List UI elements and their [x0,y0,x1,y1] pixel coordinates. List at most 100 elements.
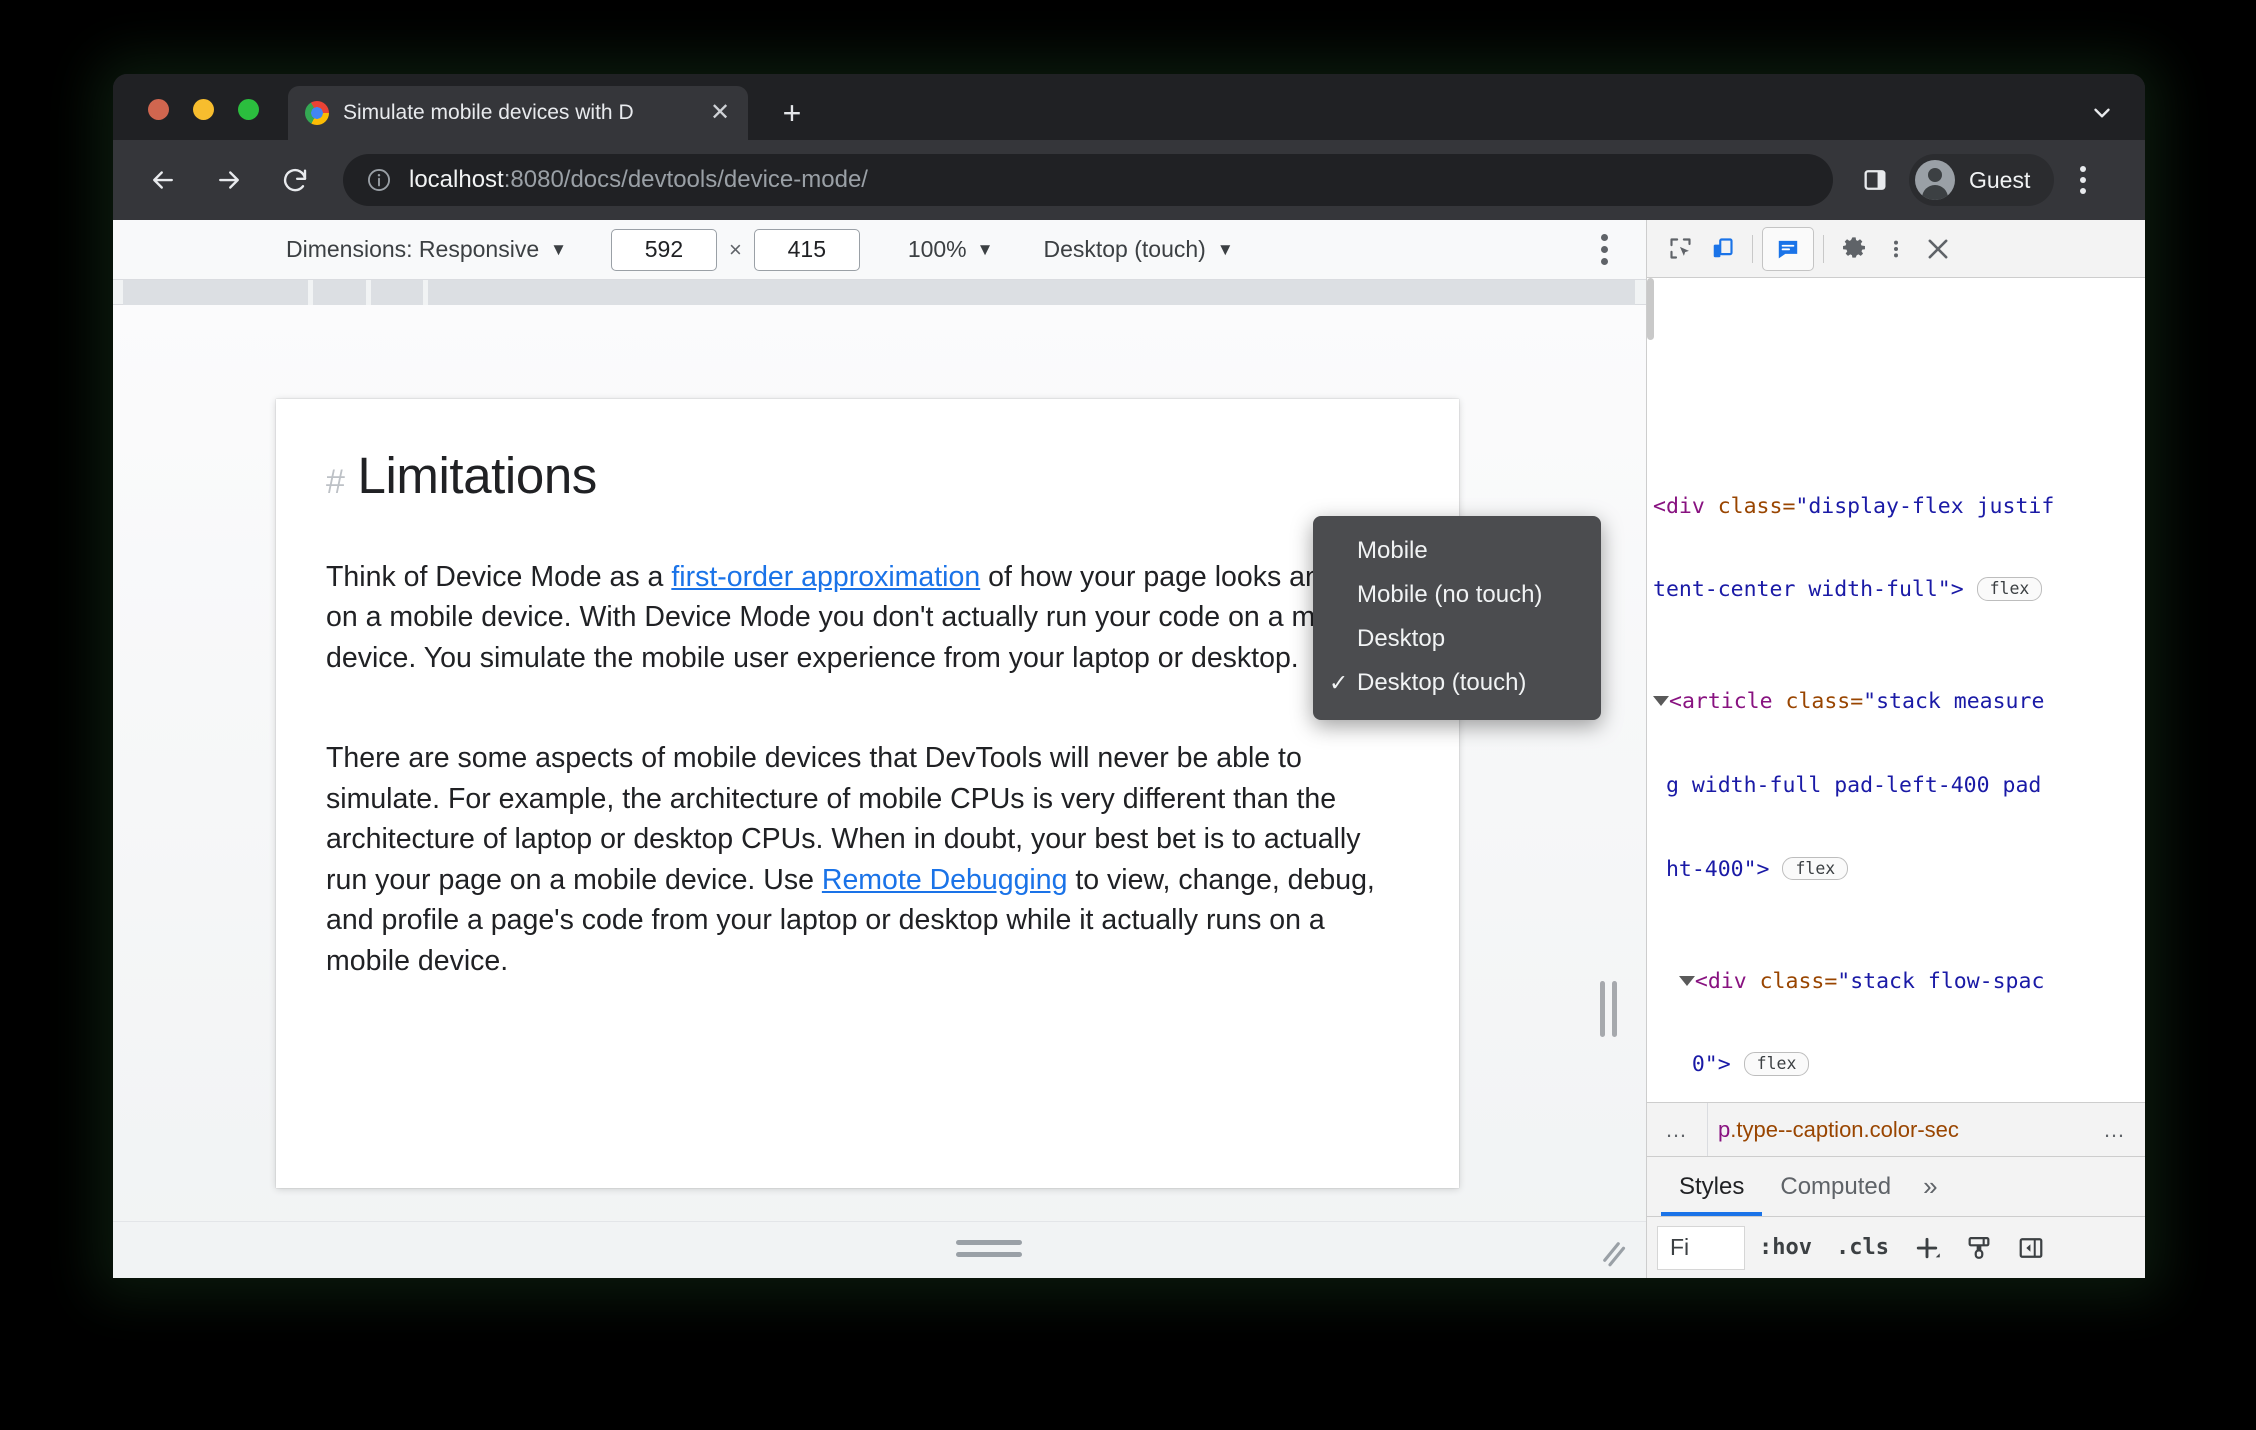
viewport-height-resize-handle[interactable] [956,1240,1022,1245]
breadcrumb-overflow-left[interactable]: … [1647,1117,1707,1143]
zoom-label: 100% [907,236,967,262]
user-agent-dropdown[interactable]: Desktop (touch) ▼ [1035,232,1241,267]
console-drawer-icon[interactable] [1762,226,1814,285]
dom-node-div-stack[interactable]: <div class="stack flow-spac [1647,968,2145,996]
expand-arrow-icon[interactable] [1678,975,1695,986]
menu-item-label: Mobile [1357,537,1428,564]
back-arrow-icon[interactable] [139,156,187,204]
url-host: localhost [409,166,504,193]
devtools-sidebar-tabs: Styles Computed » [1647,1156,2145,1216]
tab-computed[interactable]: Computed [1762,1157,1909,1216]
ruler-tick [423,280,428,305]
hov-toggle-button[interactable]: :hov [1749,1235,1822,1260]
viewport-corner-resize-handle[interactable] [1592,1234,1628,1270]
forward-arrow-icon[interactable] [205,156,253,204]
rendered-page: # Limitations Think of Device Mode as a … [276,399,1459,981]
breadcrumb-overflow-right[interactable]: … [2085,1117,2145,1143]
avatar [1915,160,1955,200]
menu-item-mobile-no-touch[interactable]: Mobile (no touch) [1313,573,1601,617]
tabs-overflow-icon[interactable]: » [1909,1171,1951,1202]
side-panel-icon[interactable] [1855,160,1895,200]
first-order-approximation-link[interactable]: first-order approximation [671,561,980,593]
dom-node-continued: 0"> flex [1647,1051,2145,1079]
dom-value: "display-flex justif [1795,493,2055,519]
device-toolbar-icon[interactable] [1701,229,1743,269]
settings-gear-icon[interactable] [1833,229,1875,269]
user-agent-label: Desktop (touch) [1043,236,1206,262]
menu-item-desktop[interactable]: Desktop [1313,617,1601,661]
menu-item-desktop-touch[interactable]: ✓ Desktop (touch) [1313,661,1601,705]
dimension-multiply-symbol: × [728,236,742,262]
address-bar[interactable]: localhost:8080/docs/devtools/device-mode… [343,154,1833,206]
three-dot-menu-icon[interactable] [2060,157,2106,203]
browser-tab[interactable]: Simulate mobile devices with D ✕ [288,86,748,140]
dom-tree-scrollbar[interactable] [1647,278,1654,340]
devtools-panel: <div class="display-flex justif tent-cen… [1646,220,2145,1278]
tab-styles[interactable]: Styles [1661,1157,1763,1216]
viewport-width-input[interactable] [610,228,717,271]
dom-attr: class= [1772,689,1864,715]
paintbrush-icon[interactable] [1955,1226,2003,1270]
page-title-text: Limitations [357,447,598,504]
cls-toggle-button[interactable]: .cls [1826,1235,1899,1260]
viewport-height-input[interactable] [753,228,860,271]
url-path: :8080/docs/devtools/device-mode/ [503,166,868,193]
breadcrumb-classes: .type--caption.color-sec [1730,1116,1959,1142]
three-dot-menu-icon[interactable] [1584,230,1624,270]
more-options-icon[interactable] [1875,229,1917,269]
paragraph-2: There are some aspects of mobile devices… [326,738,1409,981]
ruler-track [123,280,1635,305]
toggle-sidebar-icon[interactable] [2007,1226,2055,1270]
flex-badge[interactable]: flex [1743,1052,1810,1076]
styles-filter-input[interactable]: Fi [1657,1225,1745,1270]
new-tab-button[interactable]: + [773,94,811,132]
paragraph-1: Think of Device Mode as a first-order ap… [326,557,1409,678]
chevron-down-icon: ▼ [550,240,567,259]
profile-chip[interactable]: Guest [1909,154,2055,206]
reload-icon[interactable] [271,156,319,204]
profile-name: Guest [1969,166,2031,193]
dimension-fields: × [610,228,860,271]
plus-icon[interactable] [1903,1226,1951,1270]
zoom-dropdown[interactable]: 100% ▼ [900,232,1002,267]
breadcrumb[interactable]: … p.type--caption.color-sec … [1647,1102,2145,1157]
viewport-width-resize-handle[interactable] [1600,981,1605,1037]
content-area: Dimensions: Responsive ▼ × 100% ▼ Deskto… [113,220,2145,1278]
chevron-down-icon[interactable] [2083,94,2121,132]
flex-badge[interactable]: flex [1782,856,1849,881]
close-icon[interactable]: ✕ [706,99,734,127]
inspect-element-icon[interactable] [1659,229,1701,269]
dom-value: 0"> [1691,1052,1731,1078]
tab-title: Simulate mobile devices with D [343,101,634,124]
dom-node-continued: tent-center width-full"> flex [1647,576,2145,604]
chevron-down-icon: ▼ [1216,240,1234,259]
dom-node-article[interactable]: <article class="stack measure [1647,688,2145,716]
dimensions-label: Dimensions: Responsive [286,236,540,262]
close-devtools-icon[interactable] [1917,229,1959,269]
viewport-ruler[interactable] [113,280,1646,305]
dom-value: g width-full pad-left-400 pad [1665,772,2042,798]
remote-debugging-link[interactable]: Remote Debugging [822,864,1068,896]
viewport-height-resize-bar[interactable] [113,1221,1646,1277]
paragraph-1-part-a: Think of Device Mode as a [326,561,672,593]
dom-tree[interactable]: <div class="display-flex justif tent-cen… [1647,278,2145,1102]
window-minimize-button[interactable] [193,99,214,120]
flex-badge[interactable]: flex [1976,577,2043,601]
info-circle-icon[interactable] [365,166,393,194]
expand-arrow-icon[interactable] [1653,696,1669,707]
toolbar-divider [1823,234,1824,263]
dimensions-dropdown[interactable]: Dimensions: Responsive ▼ [278,232,575,267]
dom-node-div-display-flex[interactable]: <div class="display-flex justif [1647,493,2145,521]
menu-item-mobile[interactable]: Mobile [1313,529,1601,573]
anchor-hash-icon[interactable]: # [326,463,345,502]
dom-attr: class= [1746,968,1838,994]
menu-item-label: Mobile (no touch) [1357,581,1543,608]
window-maximize-button[interactable] [238,99,259,120]
viewport-stage: # Limitations Think of Device Mode as a … [113,305,1646,1277]
device-mode-toolbar: Dimensions: Responsive ▼ × 100% ▼ Deskto… [113,220,1646,280]
dom-node-continued: ht-400"> flex [1647,856,2145,884]
dom-tag: <div [1694,968,1747,994]
user-agent-dropdown-menu[interactable]: Mobile Mobile (no touch) Desktop ✓ Deskt… [1313,516,1601,720]
window-close-button[interactable] [148,99,169,120]
breadcrumb-current[interactable]: p.type--caption.color-sec [1708,1117,2085,1143]
